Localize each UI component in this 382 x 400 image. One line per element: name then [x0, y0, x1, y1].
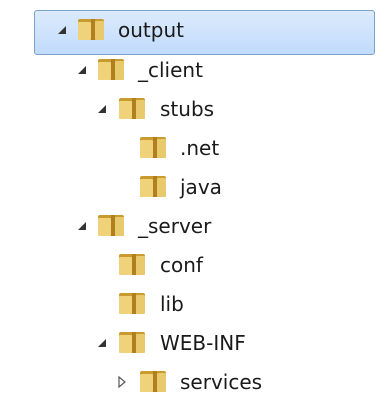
tree-item-label: stubs — [160, 97, 215, 121]
expanded-arrow-icon[interactable] — [76, 64, 88, 76]
tree-item-label: _server — [138, 214, 212, 238]
folder-icon — [140, 137, 166, 158]
folder-icon — [78, 19, 104, 40]
tree-item-stubs[interactable]: stubs — [0, 89, 382, 127]
tree-item-label: output — [118, 18, 184, 42]
expanded-arrow-icon[interactable] — [76, 220, 88, 232]
tree-item-label: java — [180, 175, 222, 199]
folder-icon — [119, 293, 145, 314]
folder-icon — [98, 215, 124, 236]
tree-item-net[interactable]: .net — [0, 128, 382, 166]
folder-icon — [119, 254, 145, 275]
tree-item-label: _client — [138, 58, 203, 82]
tree-item-server[interactable]: _server — [0, 206, 382, 244]
folder-tree: output _client stubs .net java _server c… — [0, 0, 382, 399]
expanded-arrow-icon[interactable] — [96, 337, 108, 349]
folder-icon — [119, 332, 145, 353]
tree-item-label: lib — [160, 292, 184, 316]
tree-item-lib[interactable]: lib — [0, 284, 382, 322]
tree-item-java[interactable]: java — [0, 167, 382, 205]
tree-item-conf[interactable]: conf — [0, 245, 382, 283]
tree-item-label: services — [180, 370, 263, 394]
expanded-arrow-icon[interactable] — [96, 103, 108, 115]
tree-item-web-inf[interactable]: WEB-INF — [0, 323, 382, 361]
tree-item-output[interactable]: output — [0, 10, 382, 55]
tree-item-label: WEB-INF — [160, 331, 246, 355]
collapsed-arrow-icon[interactable] — [116, 376, 128, 388]
tree-item-client[interactable]: _client — [0, 50, 382, 88]
folder-icon — [98, 59, 124, 80]
tree-item-label: conf — [160, 253, 203, 277]
folder-icon — [119, 98, 145, 119]
tree-item-label: .net — [180, 136, 220, 160]
folder-icon — [140, 371, 166, 392]
expanded-arrow-icon[interactable] — [56, 24, 68, 36]
folder-icon — [140, 176, 166, 197]
tree-item-services[interactable]: services — [0, 362, 382, 400]
